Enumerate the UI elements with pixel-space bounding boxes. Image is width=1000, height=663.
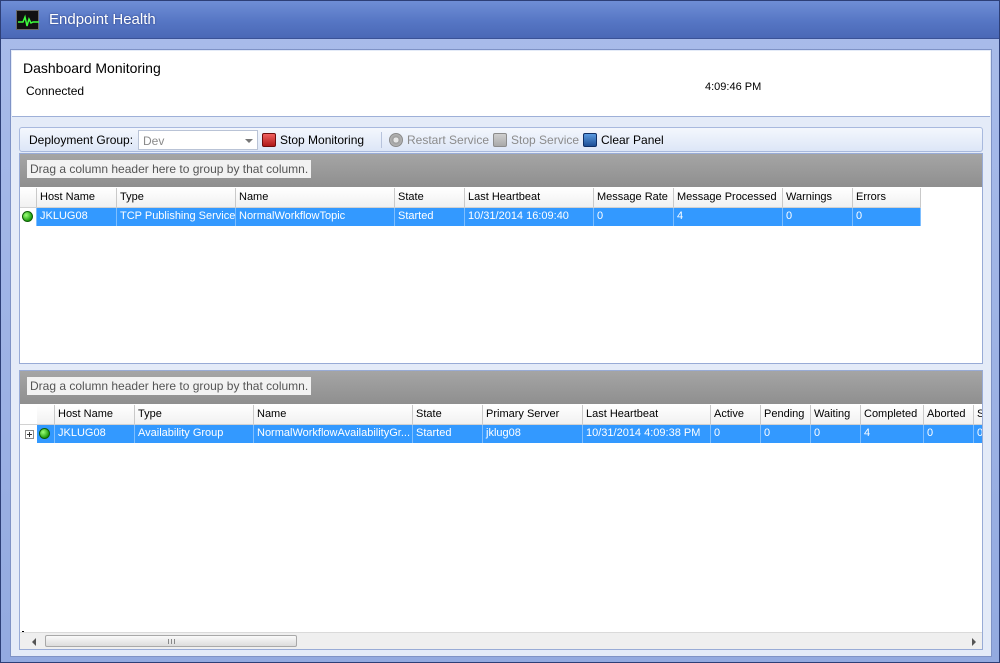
stop-service-icon xyxy=(493,133,507,147)
scroll-left-icon[interactable] xyxy=(32,638,36,646)
client-area: Dashboard Monitoring Connected 4:09:46 P… xyxy=(10,49,992,657)
window-title: Endpoint Health xyxy=(49,11,156,28)
row-indicator-header xyxy=(20,188,37,208)
column-header-last-heartbeat[interactable]: Last Heartbeat xyxy=(583,405,711,425)
cell-aborted: 0 xyxy=(924,425,974,443)
column-header-name[interactable]: Name xyxy=(254,405,413,425)
column-header-truncated[interactable]: S xyxy=(974,405,982,425)
cell-completed: 4 xyxy=(861,425,924,443)
deployment-group-label: Deployment Group: xyxy=(29,133,134,147)
deployment-group-value: Dev xyxy=(143,134,165,148)
chevron-down-icon[interactable] xyxy=(245,139,253,143)
cell-type: Availability Group xyxy=(135,425,254,443)
column-header-aborted[interactable]: Aborted xyxy=(924,405,974,425)
stop-service-button[interactable]: Stop Service xyxy=(493,131,579,149)
stop-service-label: Stop Service xyxy=(511,133,580,147)
heartbeat-monitor-icon xyxy=(16,10,39,30)
cell-name: NormalWorkflowTopic xyxy=(236,208,395,226)
expand-plus-icon[interactable] xyxy=(25,430,34,439)
cell-active: 0 xyxy=(711,425,761,443)
cell-state: Started xyxy=(413,425,483,443)
column-header-state[interactable]: State xyxy=(413,405,483,425)
row-status-cell xyxy=(20,208,37,226)
column-header-name[interactable]: Name xyxy=(236,188,395,208)
green-status-icon xyxy=(22,210,33,222)
group-by-area[interactable]: Drag a column header here to group by th… xyxy=(20,371,982,404)
cell-warnings: 0 xyxy=(783,208,853,226)
column-header-errors[interactable]: Errors xyxy=(853,188,921,208)
toolbar: Deployment Group: Dev Stop Monitoring Re… xyxy=(19,127,983,152)
cell-pending: 0 xyxy=(761,425,811,443)
cell-host-name: JKLUG08 xyxy=(37,208,117,226)
connection-status: Connected xyxy=(26,84,85,98)
stop-icon xyxy=(262,133,276,147)
green-status-icon xyxy=(39,427,50,439)
cell-host-name: JKLUG08 xyxy=(55,425,135,443)
title-bar[interactable]: Endpoint Health xyxy=(1,1,999,39)
row-status-cell xyxy=(37,425,55,443)
stop-monitoring-label: Stop Monitoring xyxy=(280,133,365,147)
group-by-area[interactable]: Drag a column header here to group by th… xyxy=(20,154,982,187)
cell-state: Started xyxy=(395,208,465,226)
column-header-message-processed[interactable]: Message Processed xyxy=(674,188,783,208)
column-header-host-name[interactable]: Host Name xyxy=(55,405,135,425)
table-row[interactable]: JKLUG08 TCP Publishing Service NormalWor… xyxy=(20,208,921,226)
column-header-row: Host Name Type Name State Last Heartbeat… xyxy=(20,188,921,208)
cell-last-heartbeat: 10/31/2014 16:09:40 xyxy=(465,208,594,226)
restart-service-button[interactable]: Restart Service xyxy=(389,131,489,149)
column-header-completed[interactable]: Completed xyxy=(861,405,924,425)
cell-last-heartbeat: 10/31/2014 4:09:38 PM xyxy=(583,425,711,443)
cell-primary-server: jklug08 xyxy=(483,425,583,443)
column-header-warnings[interactable]: Warnings xyxy=(783,188,853,208)
cell-waiting: 0 xyxy=(811,425,861,443)
cell-name: NormalWorkflowAvailabilityGr... xyxy=(254,425,413,443)
cell-truncated: 0 xyxy=(974,425,982,443)
table-row[interactable]: JKLUG08 Availability Group NormalWorkflo… xyxy=(37,425,982,443)
clear-panel-label: Clear Panel xyxy=(601,133,664,147)
column-header-primary-server[interactable]: Primary Server xyxy=(483,405,583,425)
column-header-state[interactable]: State xyxy=(395,188,465,208)
column-header-active[interactable]: Active xyxy=(711,405,761,425)
column-header-waiting[interactable]: Waiting xyxy=(811,405,861,425)
clear-panel-icon xyxy=(583,133,597,147)
cell-type: TCP Publishing Service xyxy=(117,208,236,226)
cell-message-rate: 0 xyxy=(594,208,674,226)
column-header-row: Host Name Type Name State Primary Server… xyxy=(20,405,982,425)
cell-errors: 0 xyxy=(853,208,921,226)
column-header-last-heartbeat[interactable]: Last Heartbeat xyxy=(465,188,594,208)
column-header-host-name[interactable]: Host Name xyxy=(37,188,117,208)
toolbar-separator xyxy=(381,132,382,148)
app-window: Endpoint Health Dashboard Monitoring Con… xyxy=(0,0,1000,663)
scroll-right-icon[interactable] xyxy=(972,638,976,646)
horizontal-scrollbar[interactable] xyxy=(20,632,982,649)
header-panel: Dashboard Monitoring Connected 4:09:46 P… xyxy=(12,51,990,117)
availability-grid: Drag a column header here to group by th… xyxy=(19,370,983,650)
column-header-pending[interactable]: Pending xyxy=(761,405,811,425)
column-header-message-rate[interactable]: Message Rate xyxy=(594,188,674,208)
restart-service-label: Restart Service xyxy=(407,133,490,147)
clear-panel-button[interactable]: Clear Panel xyxy=(583,131,664,149)
expander-header xyxy=(20,405,37,425)
group-by-hint: Drag a column header here to group by th… xyxy=(27,160,312,178)
column-header-type[interactable]: Type xyxy=(135,405,254,425)
grip-icon xyxy=(168,639,175,644)
gear-icon xyxy=(389,133,403,147)
endpoints-grid: Drag a column header here to group by th… xyxy=(19,153,983,364)
page-title: Dashboard Monitoring xyxy=(23,60,161,76)
clock-time: 4:09:46 PM xyxy=(705,81,762,93)
group-by-hint: Drag a column header here to group by th… xyxy=(27,377,312,395)
stop-monitoring-button[interactable]: Stop Monitoring xyxy=(262,131,364,149)
column-header-type[interactable]: Type xyxy=(117,188,236,208)
cell-message-processed: 4 xyxy=(674,208,783,226)
scrollbar-thumb[interactable] xyxy=(45,635,297,647)
row-indicator-header xyxy=(37,405,55,425)
deployment-group-select[interactable]: Dev xyxy=(138,130,258,150)
